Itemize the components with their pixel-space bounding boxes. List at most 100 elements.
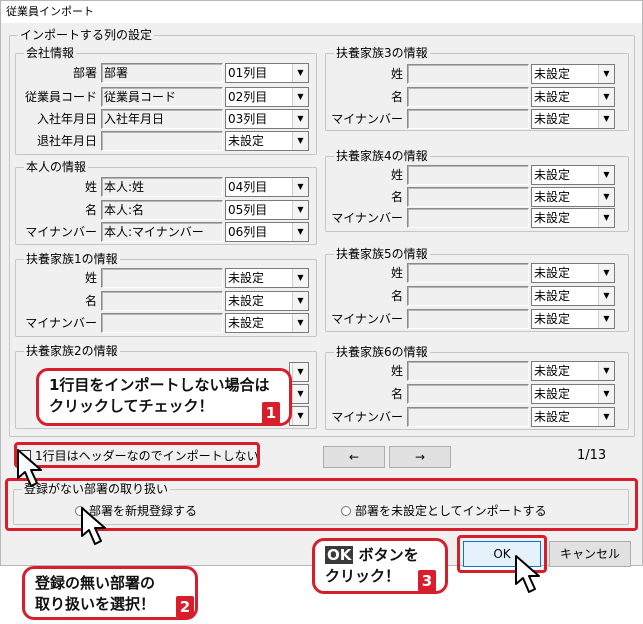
leave-date-field — [101, 131, 223, 151]
chevron-down-icon: ▼ — [598, 209, 614, 227]
mouse-cursor-icon — [17, 449, 42, 487]
leave-date-label: 退社年月日 — [36, 134, 97, 148]
person-surname-column-select[interactable]: 04列目 ▼ — [225, 177, 309, 197]
column-settings-title: インポートする列の設定 — [18, 27, 155, 43]
family5-title: 扶養家族5の情報 — [334, 246, 430, 262]
person-info-title: 本人の情報 — [24, 159, 89, 175]
chevron-down-icon: ▼ — [292, 110, 308, 128]
hire-date-column-select[interactable]: 03列目 ▼ — [225, 109, 309, 129]
employee-code-column-select[interactable]: 02列目 ▼ — [225, 87, 309, 107]
family1-mynumber-column-select[interactable]: 未設定 ▼ — [225, 313, 309, 333]
company-info-title: 会社情報 — [24, 45, 77, 61]
family6-name-column-select[interactable]: 未設定 ▼ — [531, 384, 615, 404]
family4-mynumber-label: マイナンバー — [331, 211, 403, 225]
family4-mynumber-column-select[interactable]: 未設定 ▼ — [531, 208, 615, 228]
family5-mynumber-field — [407, 309, 529, 329]
family1-title: 扶養家族1の情報 — [24, 251, 120, 267]
family4-mynumber-field — [407, 208, 529, 228]
next-page-button[interactable]: → — [389, 446, 451, 468]
family2-title: 扶養家族2の情報 — [24, 343, 120, 359]
chevron-down-icon: ▼ — [292, 407, 308, 425]
family2-mynumber-column-select[interactable]: ▼ — [289, 406, 309, 426]
chevron-down-icon: ▼ — [292, 314, 308, 332]
employee-code-label: 従業員コード — [24, 90, 97, 104]
chevron-down-icon: ▼ — [292, 132, 308, 150]
family4-surname-column-select[interactable]: 未設定 ▼ — [531, 165, 615, 185]
family6-surname-column-select[interactable]: 未設定 ▼ — [531, 361, 615, 381]
person-name-label: 名 — [84, 203, 97, 217]
family6-mynumber-label: マイナンバー — [331, 410, 403, 424]
family6-mynumber-column-select[interactable]: 未設定 ▼ — [531, 407, 615, 427]
family5-name-label: 名 — [390, 289, 403, 303]
family1-surname-column-select[interactable]: 未設定 ▼ — [225, 268, 309, 288]
family6-mynumber-field — [407, 407, 529, 427]
family6-name-label: 名 — [390, 387, 403, 401]
person-mynumber-label: マイナンバー — [25, 225, 97, 239]
person-surname-field: 本人:姓 — [101, 177, 223, 197]
family6-surname-label: 姓 — [390, 364, 403, 378]
callout2-line2: 取り扱いを選択！ — [35, 595, 156, 613]
family6-name-field — [407, 384, 529, 404]
mouse-cursor-icon — [81, 507, 106, 545]
family1-name-label: 名 — [84, 294, 97, 308]
callout-dept-handling: 登録の無い部署の 取り扱いを選択！ — [22, 566, 198, 620]
leave-date-column-select[interactable]: 未設定 ▼ — [225, 131, 309, 151]
family4-name-label: 名 — [390, 190, 403, 204]
family5-name-column-select[interactable]: 未設定 ▼ — [531, 286, 615, 306]
hire-date-field: 入社年月日 — [101, 109, 223, 129]
family1-name-column-select[interactable]: 未設定 ▼ — [225, 291, 309, 311]
family3-surname-field — [407, 64, 529, 84]
chevron-down-icon: ▼ — [292, 88, 308, 106]
chevron-down-icon: ▼ — [598, 65, 614, 83]
person-name-field: 本人:名 — [101, 200, 223, 220]
chevron-down-icon: ▼ — [292, 363, 308, 381]
callout1-line1: 1行目をインポートしない場合は — [49, 376, 270, 394]
family4-name-column-select[interactable]: 未設定 ▼ — [531, 187, 615, 207]
dept-column-select[interactable]: 01列目 ▼ — [225, 63, 309, 83]
family5-name-field — [407, 286, 529, 306]
person-surname-label: 姓 — [84, 180, 97, 194]
import-dialog: 従業員インポート インポートする列の設定 会社情報 部署 部署 01列目 ▼ 従業… — [0, 0, 643, 573]
callout1-number: 1 — [262, 402, 280, 424]
callout-skip-header: 1行目をインポートしない場合は クリックしてチェック！ — [36, 368, 292, 426]
prev-page-button[interactable]: ← — [323, 446, 385, 468]
family1-surname-label: 姓 — [84, 271, 97, 285]
family2-name-column-select[interactable]: ▼ — [289, 384, 309, 404]
dept-field: 部署 — [101, 63, 223, 83]
family5-mynumber-label: マイナンバー — [331, 312, 403, 326]
chevron-down-icon: ▼ — [292, 385, 308, 403]
family3-surname-column-select[interactable]: 未設定 ▼ — [531, 64, 615, 84]
person-name-column-select[interactable]: 05列目 ▼ — [225, 200, 309, 220]
family3-mynumber-label: マイナンバー — [331, 112, 403, 126]
chevron-down-icon: ▼ — [598, 264, 614, 282]
chevron-down-icon: ▼ — [598, 408, 614, 426]
chevron-down-icon: ▼ — [292, 223, 308, 241]
family5-mynumber-column-select[interactable]: 未設定 ▼ — [531, 309, 615, 329]
family5-surname-column-select[interactable]: 未設定 ▼ — [531, 263, 615, 283]
callout3-number: 3 — [418, 570, 436, 592]
chevron-down-icon: ▼ — [292, 292, 308, 310]
chevron-down-icon: ▼ — [598, 166, 614, 184]
person-mynumber-field: 本人:マイナンバー — [101, 222, 223, 242]
cancel-button[interactable]: キャンセル — [549, 541, 631, 567]
chevron-down-icon: ▼ — [598, 310, 614, 328]
family2-surname-column-select[interactable]: ▼ — [289, 362, 309, 382]
family1-name-field — [101, 291, 223, 311]
family3-title: 扶養家族3の情報 — [334, 45, 430, 61]
dept-label: 部署 — [72, 66, 97, 80]
family3-name-column-select[interactable]: 未設定 ▼ — [531, 87, 615, 107]
employee-code-field: 従業員コード — [101, 87, 223, 107]
family3-surname-label: 姓 — [390, 67, 403, 81]
family6-surname-field — [407, 361, 529, 381]
family1-surname-field — [101, 268, 223, 288]
family3-mynumber-column-select[interactable]: 未設定 ▼ — [531, 109, 615, 129]
chevron-down-icon: ▼ — [292, 269, 308, 287]
person-mynumber-column-select[interactable]: 06列目 ▼ — [225, 222, 309, 242]
family1-mynumber-label: マイナンバー — [25, 316, 97, 330]
hire-date-label: 入社年月日 — [36, 112, 97, 126]
family3-mynumber-field — [407, 109, 529, 129]
mouse-cursor-icon — [515, 555, 540, 593]
callout1-line2: クリックしてチェック！ — [49, 397, 214, 415]
family5-surname-label: 姓 — [390, 266, 403, 280]
checkbox-highlight — [14, 442, 260, 468]
